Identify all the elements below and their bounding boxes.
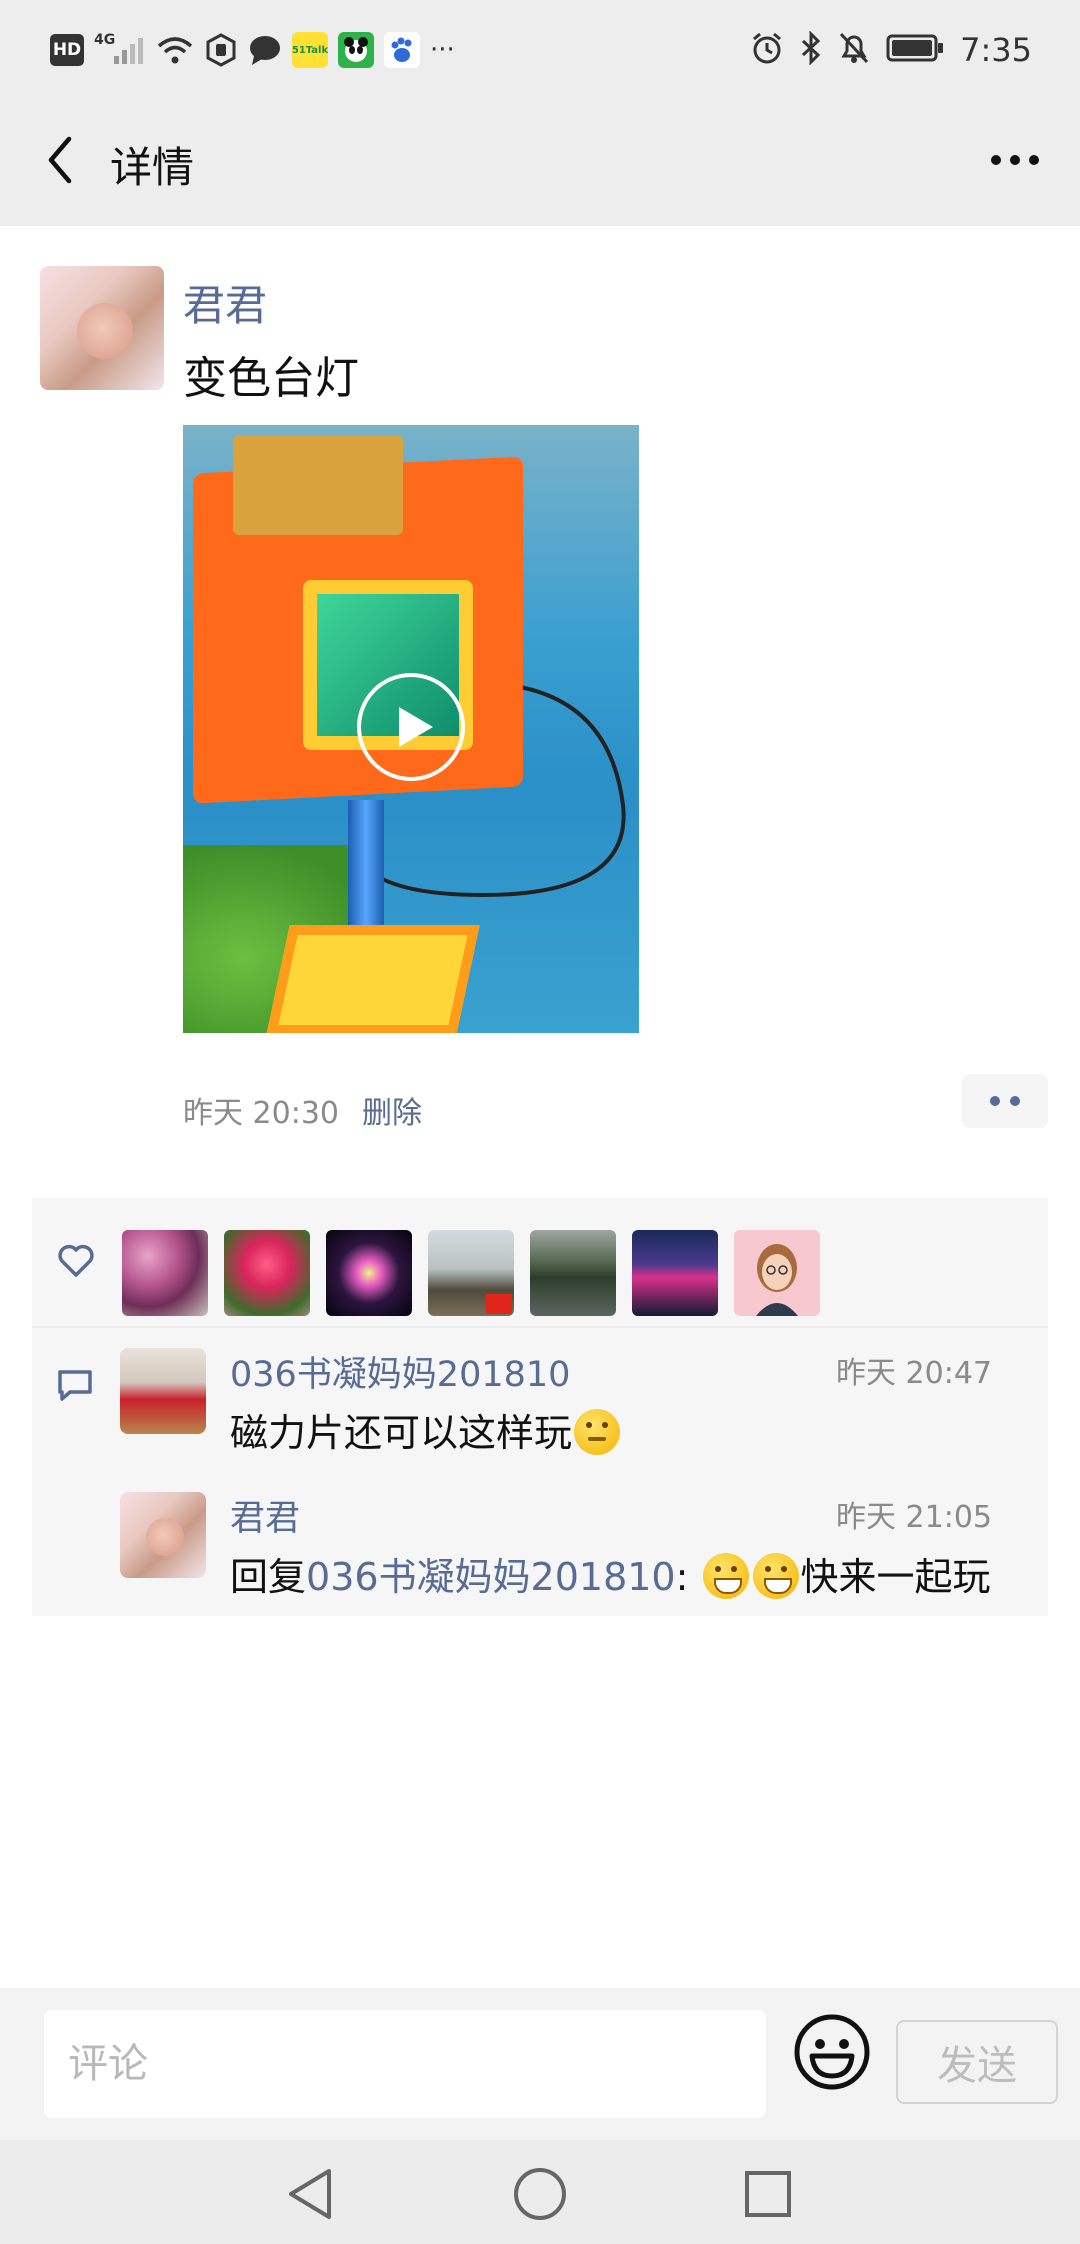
nav-bar: 详情 xyxy=(0,96,1080,226)
heart-icon xyxy=(58,1244,94,1277)
status-time: 7:35 xyxy=(960,31,1032,69)
like-avatar[interactable] xyxy=(122,1230,208,1316)
video-thumbnail-cube-top xyxy=(233,435,403,535)
flag-badge xyxy=(486,1294,512,1314)
comment-input-bar: 发送 xyxy=(0,1988,1080,2140)
baidu-paw-icon xyxy=(384,32,420,68)
comment-text[interactable]: 磁力片还可以这样玩 xyxy=(230,1402,622,1457)
status-bar-right-icons: 7:35 xyxy=(750,28,1032,72)
smiley-icon xyxy=(794,2014,870,2090)
overflow-dots-icon: ··· xyxy=(430,35,455,65)
comment-author-avatar[interactable] xyxy=(120,1492,206,1578)
play-button[interactable] xyxy=(357,673,465,781)
comment-body: 快来一起玩 xyxy=(800,1555,991,1599)
comment-body: 磁力片还可以这样玩 xyxy=(230,1411,573,1455)
like-comment-action-button[interactable] xyxy=(962,1074,1048,1128)
more-button[interactable] xyxy=(980,130,1050,190)
comment-input[interactable] xyxy=(44,2010,766,2118)
comment-timestamp: 昨天 21:05 xyxy=(836,1500,992,1535)
alarm-icon xyxy=(750,31,784,69)
emoji-button[interactable] xyxy=(792,2012,872,2092)
comment-author-avatar[interactable] xyxy=(120,1348,206,1434)
like-avatar[interactable] xyxy=(632,1230,718,1316)
battery-icon xyxy=(886,33,944,67)
like-avatar[interactable] xyxy=(224,1230,310,1316)
system-back-button[interactable] xyxy=(278,2162,342,2226)
reply-separator: : xyxy=(675,1555,689,1599)
video-thumbnail-base xyxy=(266,925,480,1033)
system-home-button[interactable] xyxy=(508,2162,572,2226)
comment-text[interactable]: 回复036书凝妈妈201810: 快来一起玩 xyxy=(230,1546,991,1601)
hd-icon: HD xyxy=(50,34,84,66)
reply-target-name[interactable]: 036书凝妈妈201810 xyxy=(306,1555,676,1599)
signal-4g-icon: 4G xyxy=(94,32,146,66)
circle-home-icon xyxy=(514,2168,566,2220)
triangle-back-icon xyxy=(289,2169,331,2219)
status-bar-left-icons: HD 4G 51Talk ··· xyxy=(50,28,455,72)
panda-app-icon xyxy=(338,32,374,68)
comment-author-name[interactable]: 036书凝妈妈201810 xyxy=(230,1346,570,1397)
comments-section: 036书凝妈妈201810 昨天 20:47 磁力片还可以这样玩 君君 昨天 2… xyxy=(32,1328,1048,1616)
like-avatar[interactable] xyxy=(326,1230,412,1316)
interaction-panel: 036书凝妈妈201810 昨天 20:47 磁力片还可以这样玩 君君 昨天 2… xyxy=(32,1198,1048,1616)
post-video[interactable] xyxy=(183,425,639,1033)
cartoon-avatar-icon xyxy=(756,1244,798,1316)
delete-link[interactable]: 删除 xyxy=(362,1088,422,1132)
post-timestamp: 昨天 20:30 xyxy=(183,1096,339,1131)
post-author-name[interactable]: 君君 xyxy=(183,272,267,333)
reply-prefix: 回复 xyxy=(230,1555,307,1599)
51talk-app-icon: 51Talk xyxy=(292,32,328,68)
grinning-emoji-icon xyxy=(702,1553,749,1599)
more-dots-icon xyxy=(991,155,1039,165)
system-recents-button[interactable] xyxy=(736,2162,800,2226)
play-icon xyxy=(399,707,433,747)
comment-timestamp: 昨天 20:47 xyxy=(836,1356,992,1391)
post-text: 变色台灯 xyxy=(183,353,359,404)
like-avatar[interactable] xyxy=(428,1230,514,1316)
wifi-icon xyxy=(156,34,194,66)
bluetooth-icon xyxy=(800,30,822,69)
grinning-emoji-icon xyxy=(752,1553,799,1599)
thinking-emoji-icon xyxy=(574,1409,621,1455)
51talk-app-label: 51Talk xyxy=(291,44,329,56)
chevron-left-icon xyxy=(48,136,72,184)
network-type-label: 4G xyxy=(94,32,116,48)
page-title: 详情 xyxy=(110,143,195,192)
system-nav-bar xyxy=(0,2140,1080,2244)
like-avatar[interactable] xyxy=(734,1230,820,1316)
comment-author-name[interactable]: 君君 xyxy=(230,1490,300,1541)
mute-bell-icon xyxy=(838,31,870,69)
likes-row xyxy=(32,1198,1048,1328)
post-author-avatar[interactable] xyxy=(40,266,164,390)
chat-bubble-icon xyxy=(248,34,282,66)
back-button[interactable] xyxy=(30,130,90,190)
send-button[interactable]: 发送 xyxy=(896,2020,1058,2104)
like-avatar[interactable] xyxy=(530,1230,616,1316)
square-recents-icon xyxy=(745,2171,791,2217)
status-bar: HD 4G 51Talk ··· 7:35 xyxy=(0,0,1080,96)
comment-icon xyxy=(58,1370,92,1401)
shield-icon xyxy=(204,33,238,67)
